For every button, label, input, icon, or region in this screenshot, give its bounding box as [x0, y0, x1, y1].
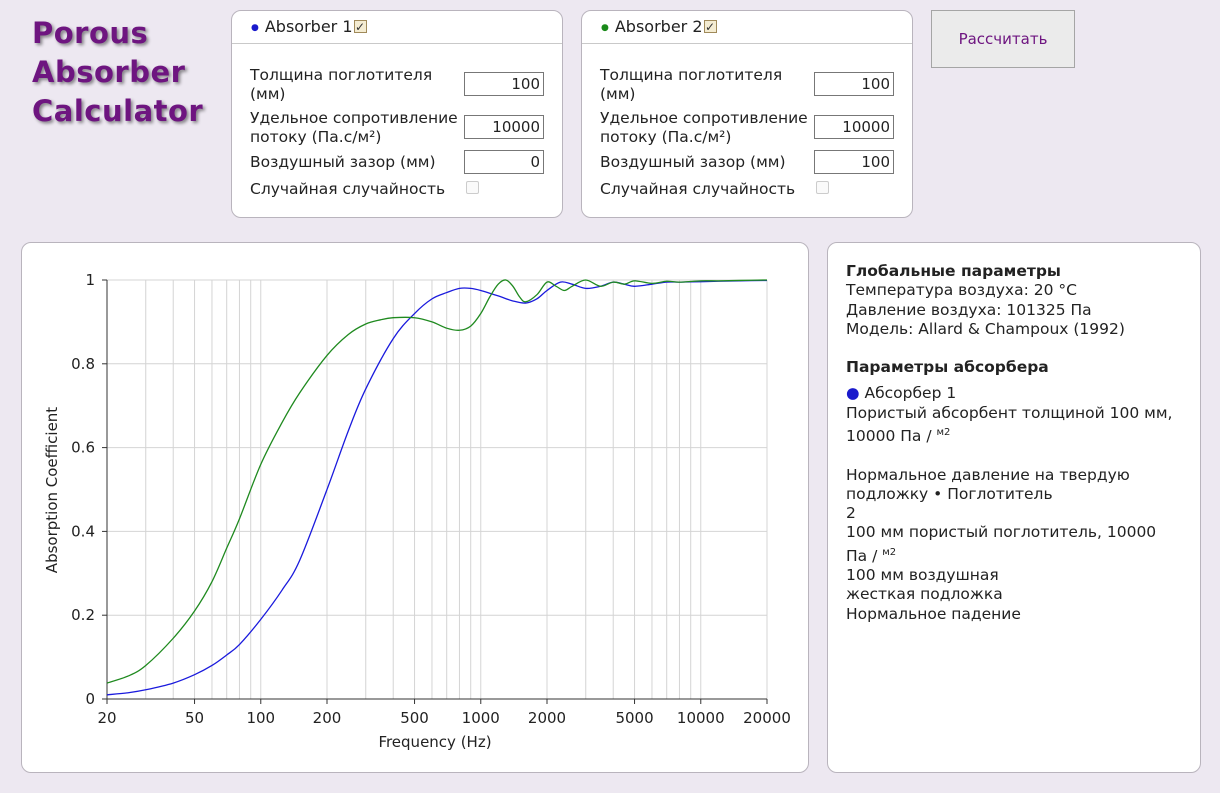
- x-tick-label: 20: [97, 709, 116, 727]
- chart-y-axis-label: Absorption Coefficient: [43, 407, 61, 573]
- absorber-2-thickness-input[interactable]: 100: [814, 72, 894, 96]
- absorber-1-panel: ● Absorber 1 ✓ Толщина поглотителя (мм) 10…: [231, 10, 563, 218]
- resistivity-label-line1: Удельное сопротивление: [250, 109, 458, 127]
- series-line-absorber-1: [106, 279, 768, 696]
- x-tick-label: 100: [246, 709, 275, 727]
- app-logo: Porous Absorber Calculator: [32, 14, 203, 131]
- logo-line-3: Calculator: [32, 94, 204, 128]
- absorber-1-info-name: Абсорбер 1: [864, 384, 957, 403]
- thickness-label: Толщина поглотителя (мм): [600, 66, 782, 104]
- thickness-label-line1: Толщина поглотителя: [600, 66, 783, 84]
- x-tick-label: 1000: [462, 709, 500, 727]
- thickness-label-line2: (мм): [600, 85, 636, 103]
- absorber-2-info-line6: Нормальное падение: [846, 604, 1021, 623]
- y-tick-label: 0.8: [71, 355, 95, 373]
- absorber-2-enable-checkbox[interactable]: ✓: [703, 20, 717, 34]
- absorber-2-panel: ● Absorber 2 ✓ Толщина поглотителя (мм) 10…: [581, 10, 913, 218]
- thickness-label: Толщина поглотителя (мм): [250, 66, 432, 104]
- absorber-1-title: Absorber 1: [264, 17, 353, 36]
- resistivity-label-line2: потоку (Па.с/м²): [600, 128, 732, 146]
- absorber-2-dot-icon: ●: [601, 23, 609, 33]
- absorber-2-random-checkbox[interactable]: [816, 181, 829, 194]
- absorber-2-info-line1: 2: [846, 504, 856, 523]
- absorber-1-enable-checkbox[interactable]: ✓: [353, 20, 367, 34]
- y-tick-label: 0: [85, 690, 95, 708]
- global-params-title: Глобальные параметры: [846, 262, 1061, 280]
- x-tick-label: 500: [400, 709, 429, 727]
- calculate-button[interactable]: Рассчитать: [931, 10, 1075, 68]
- resistivity-label-line1: Удельное сопротивление: [600, 109, 808, 127]
- absorber-params-title: Параметры абсорбера: [846, 358, 1049, 377]
- x-tick-label: 20000: [743, 709, 791, 727]
- absorber-1-info-line3: Нормальное давление на твердую: [846, 465, 1130, 484]
- resistivity-label: Удельное сопротивление потоку (Па.с/м²): [600, 109, 808, 147]
- chart-x-axis-label: Frequency (Hz): [378, 733, 491, 751]
- absorber-2-header: ● Absorber 2 ✓: [582, 11, 912, 44]
- resistivity-label: Удельное сопротивление потоку (Па.с/м²): [250, 109, 458, 147]
- absorber-2-title: Absorber 2: [614, 17, 703, 36]
- absorber-2-info-line4: 100 мм воздушная: [846, 566, 999, 585]
- model-text: Модель: Allard & Champoux (1992): [846, 319, 1125, 338]
- absorber-1-info-line4: подложку • Поглотитель: [846, 484, 1053, 503]
- thickness-label-line1: Толщина поглотителя: [250, 66, 433, 84]
- absorber-2-airgap-input[interactable]: 100: [814, 150, 894, 174]
- absorber-1-random-checkbox[interactable]: [466, 181, 479, 194]
- chart-tick-labels: 20 50 100 200 500 1000 2000 5000 10000 20000 0 0.2 0…: [71, 271, 791, 727]
- absorber-2-resistivity-input[interactable]: 10000: [814, 115, 894, 139]
- info-panel: Глобальные параметры Температура воздуха…: [827, 242, 1201, 773]
- chart-series: [106, 279, 768, 696]
- chart-panel: 20 50 100 200 500 1000 2000 5000 10000 20000 0 0.2 0…: [21, 242, 809, 773]
- y-tick-label: 0.4: [71, 522, 95, 540]
- random-incidence-label: Случайная случайность: [600, 180, 796, 198]
- x-tick-label: 50: [185, 709, 204, 727]
- logo-line-2: Absorber: [32, 55, 186, 89]
- resistivity-label-line2: потоку (Па.с/м²): [250, 128, 382, 146]
- logo-line-1: Porous: [32, 16, 149, 50]
- x-tick-label: 5000: [615, 709, 653, 727]
- absorption-chart: 20 50 100 200 500 1000 2000 5000 10000 20000 0 0.2 0…: [43, 271, 791, 751]
- random-incidence-label: Случайная случайность: [250, 180, 446, 198]
- pressure-text: Давление воздуха: 101325 Па: [846, 300, 1092, 319]
- chart-axes: [106, 280, 767, 700]
- absorber-1-info-heading: ● Абсорбер 1: [846, 384, 1200, 403]
- absorber-1-info-line2: 10000 Па / м2: [846, 427, 951, 446]
- absorber-1-info-line1: Пористый абсорбент толщиной 100 мм,: [846, 403, 1173, 422]
- thickness-label-line2: (мм): [250, 85, 286, 103]
- x-tick-label: 10000: [677, 709, 725, 727]
- absorber-1-resistivity-input[interactable]: 10000: [464, 115, 544, 139]
- absorber-1-thickness-input[interactable]: 100: [464, 72, 544, 96]
- airgap-label: Воздушный зазор (мм): [250, 153, 436, 171]
- airgap-label: Воздушный зазор (мм): [600, 153, 786, 171]
- y-tick-label: 0.2: [71, 606, 95, 624]
- temperature-text: Температура воздуха: 20 °C: [846, 281, 1077, 300]
- y-tick-label: 1: [85, 271, 95, 289]
- series-line-absorber-2: [106, 279, 768, 684]
- absorber-2-info-line3: Па / м2: [846, 546, 897, 565]
- x-tick-label: 200: [313, 709, 342, 727]
- x-tick-label: 2000: [528, 709, 566, 727]
- absorber-2-info-line2: 100 мм пористый поглотитель, 10000: [846, 523, 1157, 542]
- absorber-1-info-bullet-icon: ●: [846, 384, 860, 403]
- absorber-1-airgap-input[interactable]: 0: [464, 150, 544, 174]
- y-tick-label: 0.6: [71, 439, 95, 457]
- absorber-2-info-line5: жесткая подложка: [846, 585, 1003, 604]
- chart-grid: [106, 279, 768, 700]
- absorber-1-header: ● Absorber 1 ✓: [232, 11, 562, 44]
- absorber-1-dot-icon: ●: [251, 23, 259, 33]
